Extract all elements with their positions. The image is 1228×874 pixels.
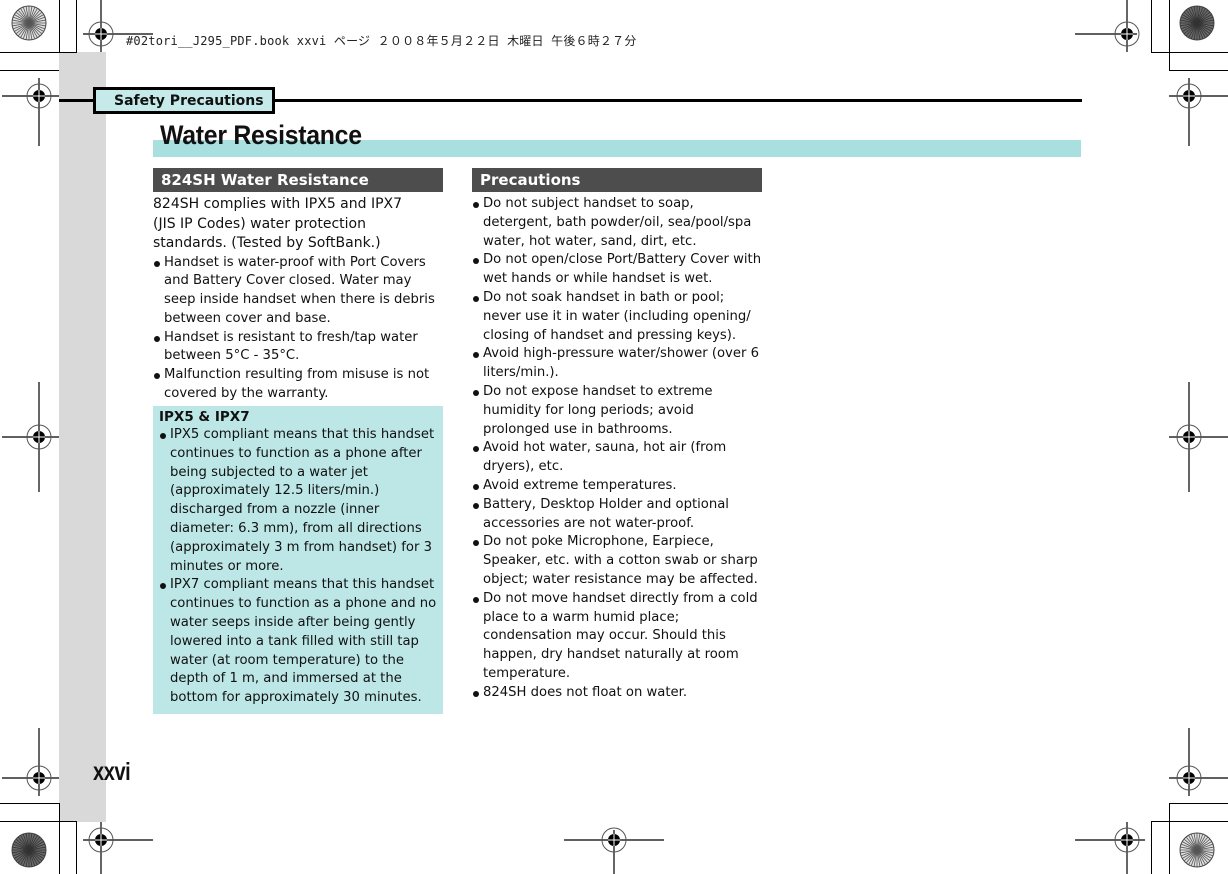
crosshair-mark-icon <box>1169 382 1228 492</box>
crosshair-mark-icon <box>2 78 59 146</box>
crosshair-mark-icon <box>2 382 59 492</box>
crosshair-mark-icon <box>1169 728 1228 796</box>
color-target-icon <box>1179 5 1215 41</box>
color-target-icon <box>1179 832 1215 868</box>
crosshair-mark-icon <box>564 827 664 874</box>
registration-marks <box>2 0 1228 874</box>
crosshair-mark-icon <box>1075 0 1140 52</box>
color-target-icon <box>11 5 47 41</box>
color-target-icon <box>11 832 47 868</box>
crosshair-mark-icon <box>83 0 153 52</box>
crosshair-mark-icon <box>83 822 153 874</box>
crosshair-mark-icon <box>2 728 59 796</box>
crosshair-mark-icon <box>1169 78 1228 146</box>
crosshair-mark-icon <box>1075 822 1145 874</box>
